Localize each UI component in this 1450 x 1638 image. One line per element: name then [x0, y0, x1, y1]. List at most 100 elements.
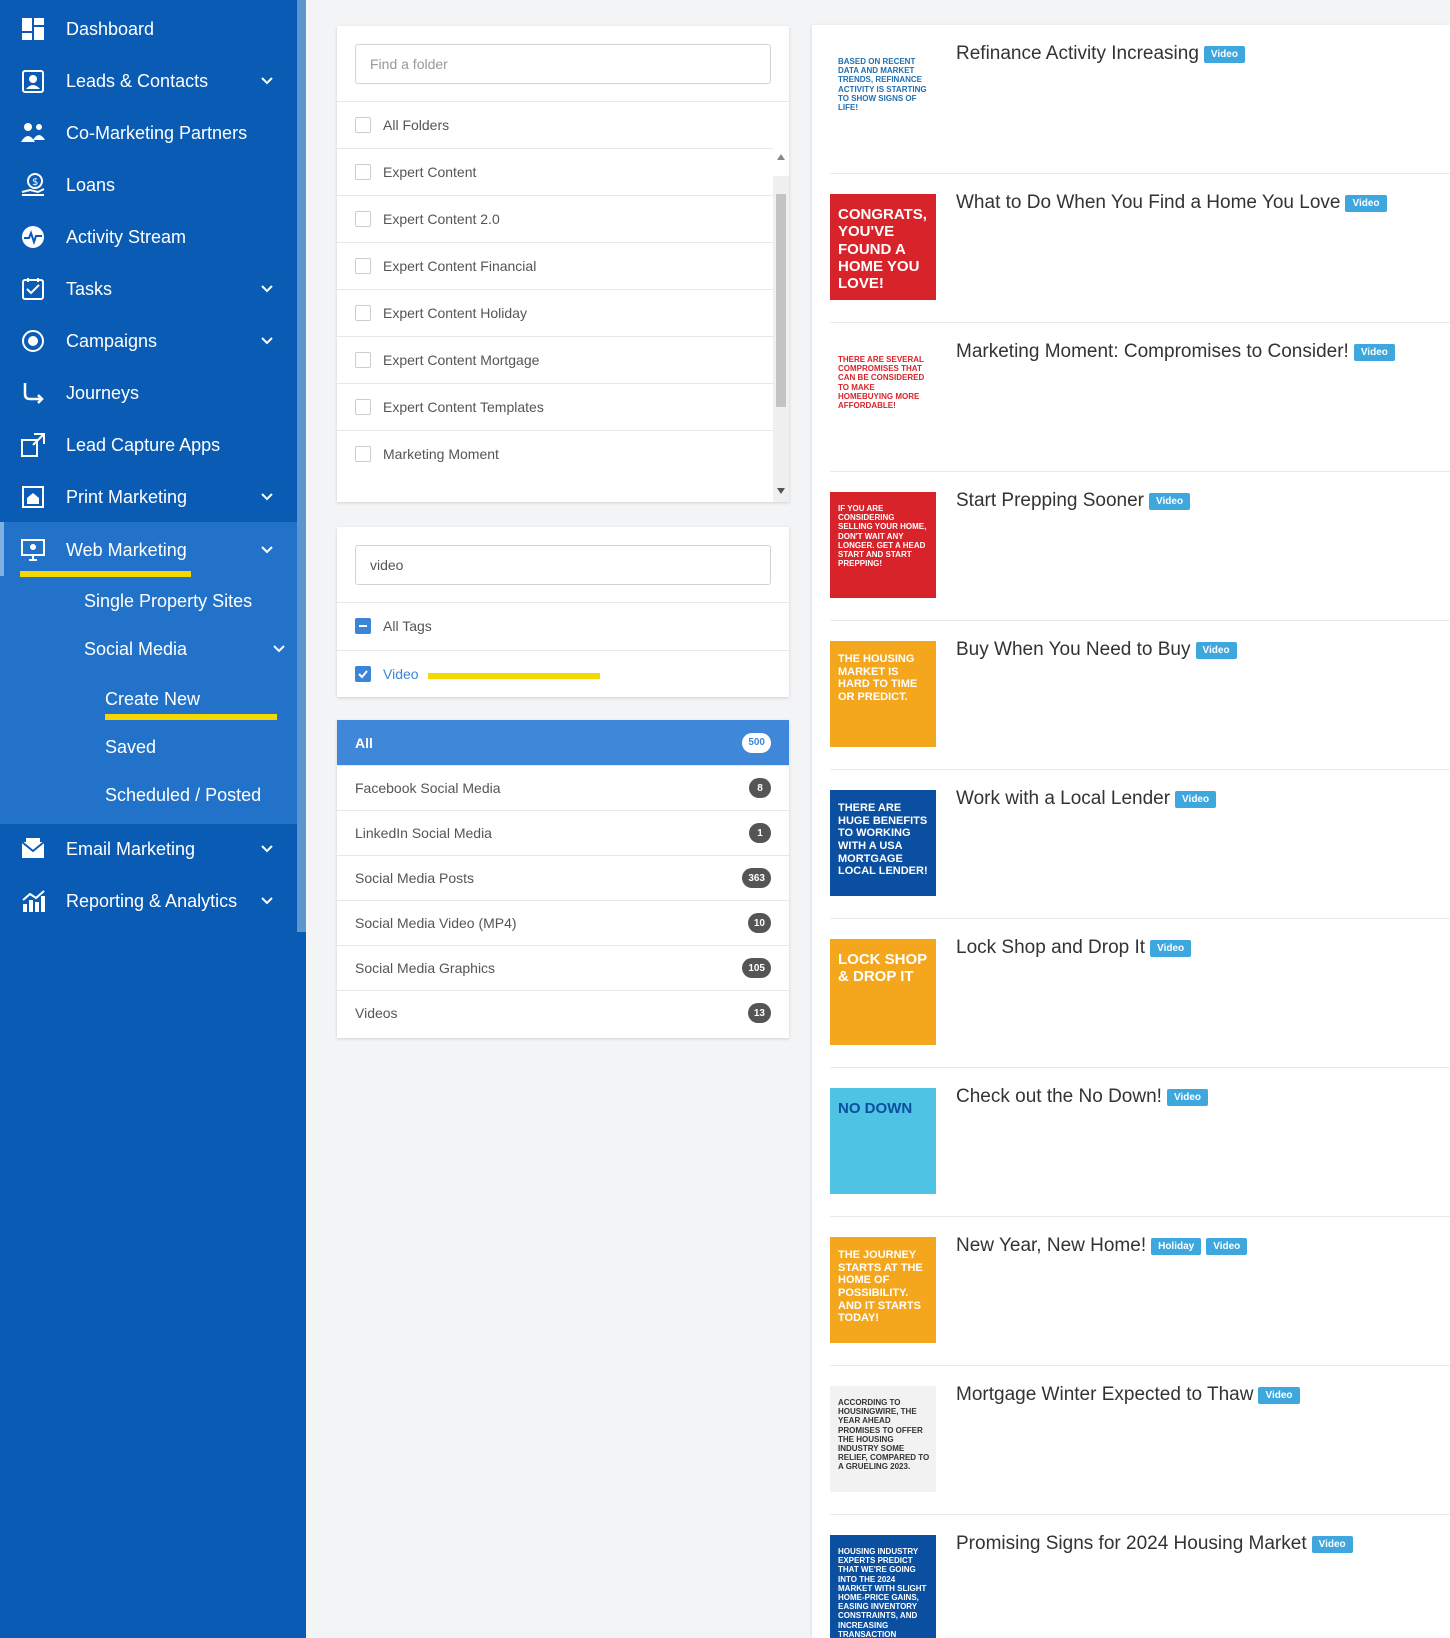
folder-item[interactable]: Marketing Moment — [337, 430, 773, 477]
post-title[interactable]: Promising Signs for 2024 Housing Market — [956, 1533, 1307, 1555]
category-all[interactable]: All 500 — [337, 720, 789, 765]
nav-create-new[interactable]: Create New — [105, 689, 200, 710]
nav-co-marketing-partners[interactable]: Co-Marketing Partners — [0, 107, 297, 159]
post-title[interactable]: Marketing Moment: Compromises to Conside… — [956, 341, 1349, 363]
post-item[interactable]: If you are considering selling your home… — [812, 472, 1450, 621]
post-title-line[interactable]: Buy When You Need to Buy Video — [956, 639, 1237, 661]
post-title-line[interactable]: Refinance Activity Increasing Video — [956, 43, 1245, 65]
post-item[interactable]: The journey starts at the home of possib… — [812, 1217, 1450, 1366]
post-thumbnail[interactable]: Based on recent data and market trends, … — [830, 45, 936, 151]
folder-checkbox[interactable] — [355, 305, 371, 321]
tag-video[interactable]: Video — [337, 650, 789, 697]
folder-checkbox[interactable] — [355, 211, 371, 227]
post-title-line[interactable]: Promising Signs for 2024 Housing Market V… — [956, 1533, 1353, 1555]
folder-item[interactable]: Expert Content Financial — [337, 242, 773, 289]
folder-item[interactable]: Expert Content 2.0 — [337, 195, 773, 242]
post-thumbnail[interactable]: The journey starts at the home of possib… — [830, 1237, 936, 1343]
nav-campaigns[interactable]: Campaigns — [0, 315, 297, 367]
nav-web-marketing[interactable]: Web Marketing — [0, 524, 297, 576]
tag-all-checkbox[interactable] — [355, 618, 371, 634]
scroll-up-icon[interactable] — [777, 154, 785, 160]
post-title[interactable]: Refinance Activity Increasing — [956, 43, 1199, 65]
post-thumbnail[interactable]: According to HousingWire, the year ahead… — [830, 1386, 936, 1492]
tag-all[interactable]: All Tags — [337, 602, 789, 649]
chevron-down-icon[interactable] — [259, 333, 275, 349]
chevron-down-icon[interactable] — [259, 489, 275, 505]
nav-leads-contacts[interactable]: Leads & Contacts — [0, 55, 297, 107]
folder-checkbox[interactable] — [355, 446, 371, 462]
folder-item[interactable]: Expert Content Mortgage — [337, 336, 773, 383]
post-thumbnail[interactable]: There are huge benefits to working with … — [830, 790, 936, 896]
folder-all-checkbox[interactable] — [355, 117, 371, 133]
post-title[interactable]: Lock Shop and Drop It — [956, 937, 1145, 959]
nav-activity-stream[interactable]: Activity Stream — [0, 211, 297, 263]
scroll-down-icon[interactable] — [777, 488, 785, 494]
nav-scheduled-posted[interactable]: Scheduled / Posted — [105, 785, 261, 806]
post-thumbnail[interactable]: No Down — [830, 1088, 936, 1194]
post-title-line[interactable]: Check out the No Down! Video — [956, 1086, 1208, 1108]
nav-saved[interactable]: Saved — [105, 737, 156, 758]
category-item[interactable]: Social Media Posts 363 — [337, 855, 789, 900]
chevron-down-icon[interactable] — [259, 893, 275, 909]
post-item[interactable]: Based on recent data and market trends, … — [812, 25, 1450, 174]
post-thumbnail[interactable]: The housing market is hard to time or pr… — [830, 641, 936, 747]
post-thumbnail[interactable]: If you are considering selling your home… — [830, 492, 936, 598]
post-item[interactable]: Lock Shop & Drop It Lock Shop and Drop It… — [812, 919, 1450, 1068]
folder-checkbox[interactable] — [355, 258, 371, 274]
post-thumbnail[interactable]: Lock Shop & Drop It — [830, 939, 936, 1045]
post-item[interactable]: There are huge benefits to working with … — [812, 770, 1450, 919]
folder-all[interactable]: All Folders — [337, 101, 789, 148]
post-title-line[interactable]: Lock Shop and Drop It Video — [956, 937, 1192, 959]
post-item[interactable]: The housing market is hard to time or pr… — [812, 621, 1450, 770]
chevron-down-icon[interactable] — [271, 641, 287, 657]
category-item[interactable]: Social Media Video (MP4) 10 — [337, 900, 789, 945]
folder-checkbox[interactable] — [355, 399, 371, 415]
chevron-down-icon[interactable] — [259, 841, 275, 857]
nav-email-marketing[interactable]: Email Marketing — [0, 823, 297, 875]
folder-search-input[interactable] — [355, 44, 771, 84]
folder-item[interactable]: Expert Content Templates — [337, 383, 773, 430]
nav-tasks[interactable]: Tasks — [0, 263, 297, 315]
category-item[interactable]: Facebook Social Media 8 — [337, 765, 789, 810]
nav-loans[interactable]: $ Loans — [0, 159, 297, 211]
chevron-down-icon[interactable] — [259, 73, 275, 89]
chevron-down-icon[interactable] — [259, 542, 275, 558]
folder-item[interactable]: Expert Content Holiday — [337, 289, 773, 336]
folder-checkbox[interactable] — [355, 164, 371, 180]
post-title[interactable]: Start Prepping Sooner — [956, 490, 1144, 512]
nav-lead-capture-apps[interactable]: Lead Capture Apps — [0, 419, 297, 471]
post-title[interactable]: Work with a Local Lender — [956, 788, 1170, 810]
tag-search-input[interactable] — [355, 545, 771, 585]
tag-video-checkbox[interactable] — [355, 666, 371, 682]
nav-journeys[interactable]: Journeys — [0, 367, 297, 419]
post-title[interactable]: Check out the No Down! — [956, 1086, 1162, 1108]
folder-item[interactable]: Expert Content — [337, 148, 773, 195]
nav-reporting-analytics[interactable]: Reporting & Analytics — [0, 875, 297, 927]
post-title-line[interactable]: Marketing Moment: Compromises to Conside… — [956, 341, 1395, 363]
post-item[interactable]: No Down Check out the No Down! Video — [812, 1068, 1450, 1217]
folder-scrollbar-thumb[interactable] — [776, 194, 786, 407]
post-title-line[interactable]: Work with a Local Lender Video — [956, 788, 1217, 810]
post-item[interactable]: Congrats, you've found a home you love! W… — [812, 174, 1450, 323]
nav-dashboard[interactable]: Dashboard — [0, 3, 297, 55]
chevron-down-icon[interactable] — [259, 281, 275, 297]
folder-checkbox[interactable] — [355, 352, 371, 368]
sidebar-scrollbar[interactable] — [297, 0, 306, 932]
nav-single-property-sites[interactable]: Single Property Sites — [84, 591, 252, 612]
nav-social-media[interactable]: Social Media — [84, 639, 187, 660]
post-title[interactable]: New Year, New Home! — [956, 1235, 1146, 1257]
post-item[interactable]: According to HousingWire, the year ahead… — [812, 1366, 1450, 1515]
post-item[interactable]: Housing industry experts predict that we… — [812, 1515, 1450, 1638]
post-title[interactable]: Buy When You Need to Buy — [956, 639, 1191, 661]
post-title-line[interactable]: Start Prepping Sooner Video — [956, 490, 1191, 512]
post-item[interactable]: There are several compromises that can b… — [812, 323, 1450, 472]
category-item[interactable]: Videos 13 — [337, 990, 789, 1035]
post-title-line[interactable]: What to Do When You Find a Home You Love… — [956, 192, 1387, 214]
post-thumbnail[interactable]: There are several compromises that can b… — [830, 343, 936, 449]
category-item[interactable]: Social Media Graphics 105 — [337, 945, 789, 990]
category-item[interactable]: LinkedIn Social Media 1 — [337, 810, 789, 855]
post-thumbnail[interactable]: Housing industry experts predict that we… — [830, 1535, 936, 1638]
post-title[interactable]: What to Do When You Find a Home You Love — [956, 192, 1340, 214]
post-title[interactable]: Mortgage Winter Expected to Thaw — [956, 1384, 1253, 1406]
post-thumbnail[interactable]: Congrats, you've found a home you love! — [830, 194, 936, 300]
